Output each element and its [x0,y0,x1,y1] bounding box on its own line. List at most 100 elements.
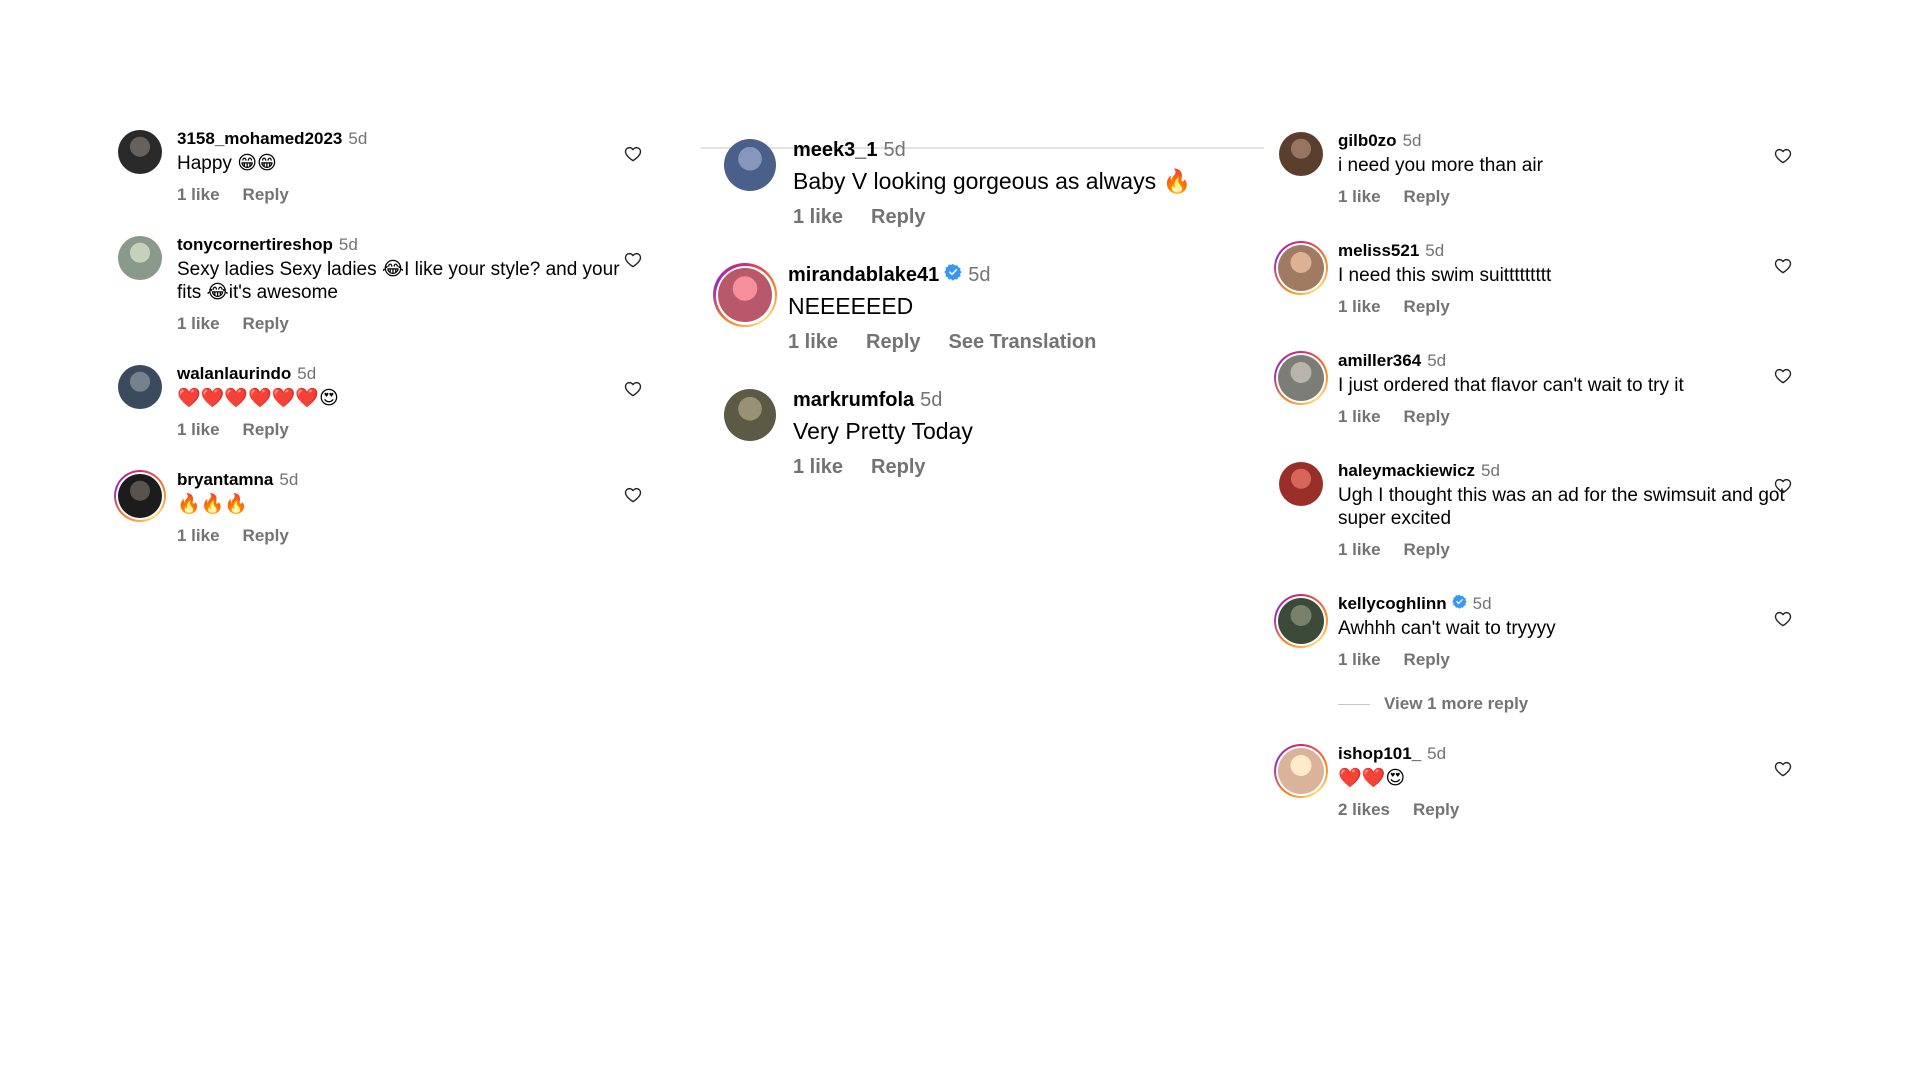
avatar[interactable] [118,130,162,174]
reply-button[interactable]: Reply [243,314,289,334]
avatar-container[interactable] [723,138,777,192]
avatar-story-ring[interactable] [1274,594,1328,648]
likes-count-link[interactable]: 1 like [177,314,220,334]
avatar[interactable] [1278,355,1324,401]
avatar-frame [724,139,776,191]
likes-count-link[interactable]: 1 like [1338,407,1381,427]
likes-count-link[interactable]: 1 like [1338,650,1381,670]
comments-column-middle: meek3_1 5d Baby V looking gorgeous as alwa… [706,138,1266,513]
avatar[interactable] [724,389,776,441]
username-link[interactable]: gilb0zo [1338,131,1397,151]
comment-body: 3158_mohamed2023 5d Happy 😁😁 1 like Reply [177,129,642,205]
avatar[interactable] [118,474,162,518]
avatar-story-ring[interactable] [713,263,777,327]
comment-actions: 1 like Reply [793,206,1266,229]
username-link[interactable]: tonycornertireshop [177,235,333,255]
like-heart-icon[interactable] [1774,610,1792,628]
view-more-replies-button[interactable]: View 1 more reply [1338,694,1792,714]
comment-body: walanlaurindo 5d ❤️❤️❤️❤️❤️❤️😍 1 like Reply [177,364,642,440]
reply-button[interactable]: Reply [243,185,289,205]
likes-count-link[interactable]: 1 like [1338,297,1381,317]
likes-count-link[interactable]: 1 like [788,331,838,354]
likes-count-link[interactable]: 1 like [177,526,220,546]
username-link[interactable]: ishop101_ [1338,744,1421,764]
like-heart-icon[interactable] [1774,367,1792,385]
username-link[interactable]: kellycoghlinn [1338,594,1447,614]
avatar-story-ring[interactable] [114,470,166,522]
username-link[interactable]: 3158_mohamed2023 [177,129,342,149]
reply-button[interactable]: Reply [1404,297,1450,317]
like-heart-icon[interactable] [1774,257,1792,275]
reply-button[interactable]: Reply [1413,800,1459,820]
avatar[interactable] [1279,132,1323,176]
reply-button[interactable]: Reply [871,456,925,479]
avatar[interactable] [724,139,776,191]
avatar[interactable] [118,365,162,409]
view-more-replies-label: View 1 more reply [1384,694,1529,713]
avatar[interactable] [118,236,162,280]
reply-button[interactable]: Reply [871,206,925,229]
like-heart-icon[interactable] [624,251,642,269]
like-heart-icon[interactable] [1774,760,1792,778]
like-heart-icon[interactable] [624,380,642,398]
comment-timestamp: 5d [1402,131,1422,150]
comment-text: 🔥🔥🔥 [177,494,248,515]
like-heart-icon[interactable] [1774,477,1792,495]
see-translation-button[interactable]: See Translation [949,331,1097,354]
comment: mirandablake41 5d NEEEEEED 1 like Reply See T… [706,263,1266,354]
reply-button[interactable]: Reply [1404,650,1450,670]
username-link[interactable]: bryantamna [177,470,273,490]
avatar-story-ring[interactable] [1274,744,1328,798]
username-link[interactable]: markrumfola [793,388,914,412]
username-link[interactable]: meliss521 [1338,241,1419,261]
avatar[interactable] [1279,462,1323,506]
likes-count-link[interactable]: 1 like [177,420,220,440]
username-link[interactable]: mirandablake41 [788,263,939,287]
avatar-container[interactable] [117,129,163,175]
avatar-container[interactable] [1278,461,1324,507]
likes-count-link[interactable]: 1 like [1338,540,1381,560]
avatar[interactable] [1278,598,1324,644]
avatar-story-ring[interactable] [1274,351,1328,405]
avatar[interactable] [1278,748,1324,794]
reply-button[interactable]: Reply [1404,407,1450,427]
comment-text: Baby V looking gorgeous as always 🔥 [793,168,1192,194]
avatar[interactable] [718,268,772,322]
comment-timestamp: 5d [297,364,317,383]
username-link[interactable]: meek3_1 [793,138,878,162]
avatar-frame [715,265,775,325]
avatar-container[interactable] [117,235,163,281]
comment-actions: 1 like Reply [793,456,1266,479]
username-link[interactable]: amiller364 [1338,351,1421,371]
likes-count-link[interactable]: 1 like [793,206,843,229]
likes-count-link[interactable]: 1 like [1338,187,1381,207]
comment-text: Very Pretty Today [793,418,973,444]
comment-text: I just ordered that flavor can't wait to… [1338,375,1684,396]
like-heart-icon[interactable] [624,145,642,163]
reply-button[interactable]: Reply [1404,187,1450,207]
reply-button[interactable]: Reply [243,420,289,440]
comment-timestamp: 5d [1425,241,1445,260]
comment-body: gilb0zo 5d i need you more than air 1 like R… [1338,131,1792,207]
avatar-story-ring[interactable] [1274,241,1328,295]
avatar[interactable] [1278,245,1324,291]
comment-actions: 1 like Reply [1338,650,1792,670]
comment-header: ishop101_ 5d [1338,744,1792,764]
likes-count-link[interactable]: 1 like [793,456,843,479]
reply-button[interactable]: Reply [243,526,289,546]
avatar-container[interactable] [723,388,777,442]
likes-count-link[interactable]: 2 likes [1338,800,1390,820]
comment-text: NEEEEEED [788,293,914,319]
avatar-container[interactable] [1278,131,1324,177]
comment-header: kellycoghlinn 5d [1338,594,1792,614]
reply-button[interactable]: Reply [866,331,920,354]
avatar-container[interactable] [117,364,163,410]
like-heart-icon[interactable] [1774,147,1792,165]
reply-button[interactable]: Reply [1404,540,1450,560]
likes-count-link[interactable]: 1 like [177,185,220,205]
comment: kellycoghlinn 5d Awhhh can't wait to tryyy… [1262,594,1792,670]
username-link[interactable]: walanlaurindo [177,364,291,384]
username-link[interactable]: haleymackiewicz [1338,461,1475,481]
comment-actions: 1 like Reply [1338,187,1792,207]
like-heart-icon[interactable] [624,486,642,504]
